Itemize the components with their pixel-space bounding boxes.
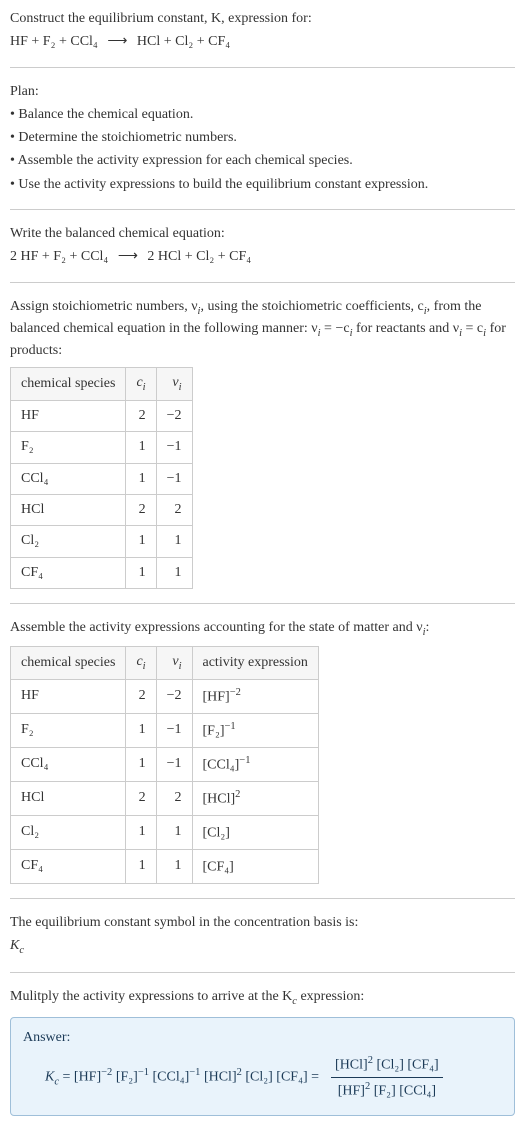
kc-flat-expression: Kc = [HF]−2 [F₂]−1 [CCl₄]−1 [HCl]2 [Cl₂]… xyxy=(45,1065,319,1090)
table-row: HF 2 −2 [HF]−2 xyxy=(11,679,319,713)
balanced-section: Write the balanced chemical equation: 2 … xyxy=(10,224,515,268)
plan-section: Plan: • Balance the chemical equation. •… xyxy=(10,82,515,195)
table-header-row: chemical species ci νi xyxy=(11,368,193,401)
plan-item: • Use the activity expressions to build … xyxy=(10,175,515,195)
fraction-numerator: [HCl]2 [Cl₂] [CF₄] xyxy=(331,1054,443,1075)
table-row: HCl 2 2 xyxy=(11,494,193,525)
kc-symbol-section: The equilibrium constant symbol in the c… xyxy=(10,913,515,958)
kc-symbol: Kc xyxy=(10,936,515,958)
activity-heading: Assemble the activity expressions accoun… xyxy=(10,618,515,640)
activity-section: Assemble the activity expressions accoun… xyxy=(10,618,515,884)
divider xyxy=(10,603,515,604)
fraction-bar-icon xyxy=(331,1077,443,1078)
multiply-section: Mulitply the activity expressions to arr… xyxy=(10,987,515,1116)
divider xyxy=(10,898,515,899)
col-ci: ci xyxy=(126,646,156,679)
table-row: F₂ 1 −1 xyxy=(11,432,193,463)
table-row: HCl 2 2 [HCl]2 xyxy=(11,781,319,815)
reaction-arrow-icon: ⟶ xyxy=(101,34,133,49)
plan-item: • Determine the stoichiometric numbers. xyxy=(10,128,515,148)
table-row: Cl₂ 1 1 xyxy=(11,526,193,557)
reaction-arrow-icon: ⟶ xyxy=(112,249,144,264)
divider xyxy=(10,209,515,210)
table-row: CCl₄ 1 −1 [CCl₄]−1 xyxy=(11,747,319,781)
balanced-lhs: 2 HF + F₂ + CCl₄ xyxy=(10,249,108,264)
table-header-row: chemical species ci νi activity expressi… xyxy=(11,646,319,679)
stoich-table: chemical species ci νi HF 2 −2 F₂ 1 −1 C… xyxy=(10,367,193,589)
prompt-section: Construct the equilibrium constant, K, e… xyxy=(10,9,515,53)
prompt-equation: HF + F₂ + CCl₄ ⟶ HCl + Cl₂ + CF₄ xyxy=(10,32,515,52)
stoich-intro: Assign stoichiometric numbers, νi, using… xyxy=(10,297,515,361)
table-row: F₂ 1 −1 [F₂]−1 xyxy=(11,713,319,747)
prompt-line1: Construct the equilibrium constant, K, e… xyxy=(10,9,515,29)
unbalanced-rhs: HCl + Cl₂ + CF₄ xyxy=(137,34,230,49)
divider xyxy=(10,282,515,283)
plan-heading: Plan: xyxy=(10,82,515,102)
table-row: HF 2 −2 xyxy=(11,401,193,432)
table-row: CF₄ 1 1 [CF₄] xyxy=(11,849,319,883)
multiply-heading: Mulitply the activity expressions to arr… xyxy=(10,987,515,1009)
table-row: CCl₄ 1 −1 xyxy=(11,463,193,494)
balanced-heading: Write the balanced chemical equation: xyxy=(10,224,515,244)
balanced-equation: 2 HF + F₂ + CCl₄ ⟶ 2 HCl + Cl₂ + CF₄ xyxy=(10,247,515,267)
kc-expression: Kc = [HF]−2 [F₂]−1 [CCl₄]−1 [HCl]2 [Cl₂]… xyxy=(23,1054,502,1101)
kc-symbol-heading: The equilibrium constant symbol in the c… xyxy=(10,913,515,933)
fraction-denominator: [HF]2 [F₂] [CCl₄] xyxy=(334,1080,440,1101)
table-row: CF₄ 1 1 xyxy=(11,557,193,588)
stoich-section: Assign stoichiometric numbers, νi, using… xyxy=(10,297,515,589)
col-ci: ci xyxy=(126,368,156,401)
table-row: Cl₂ 1 1 [Cl₂] xyxy=(11,815,319,849)
plan-item: • Assemble the activity expression for e… xyxy=(10,151,515,171)
balanced-rhs: 2 HCl + Cl₂ + CF₄ xyxy=(147,249,251,264)
col-vi: νi xyxy=(156,368,192,401)
divider xyxy=(10,972,515,973)
unbalanced-lhs: HF + F₂ + CCl₄ xyxy=(10,34,98,49)
col-vi: νi xyxy=(156,646,192,679)
col-species: chemical species xyxy=(11,646,126,679)
col-species: chemical species xyxy=(11,368,126,401)
answer-box: Answer: Kc = [HF]−2 [F₂]−1 [CCl₄]−1 [HCl… xyxy=(10,1017,515,1116)
plan-item: • Balance the chemical equation. xyxy=(10,105,515,125)
divider xyxy=(10,67,515,68)
kc-fraction: [HCl]2 [Cl₂] [CF₄] [HF]2 [F₂] [CCl₄] xyxy=(331,1054,443,1101)
activity-table: chemical species ci νi activity expressi… xyxy=(10,646,319,884)
answer-label: Answer: xyxy=(23,1028,502,1048)
col-activity: activity expression xyxy=(192,646,318,679)
